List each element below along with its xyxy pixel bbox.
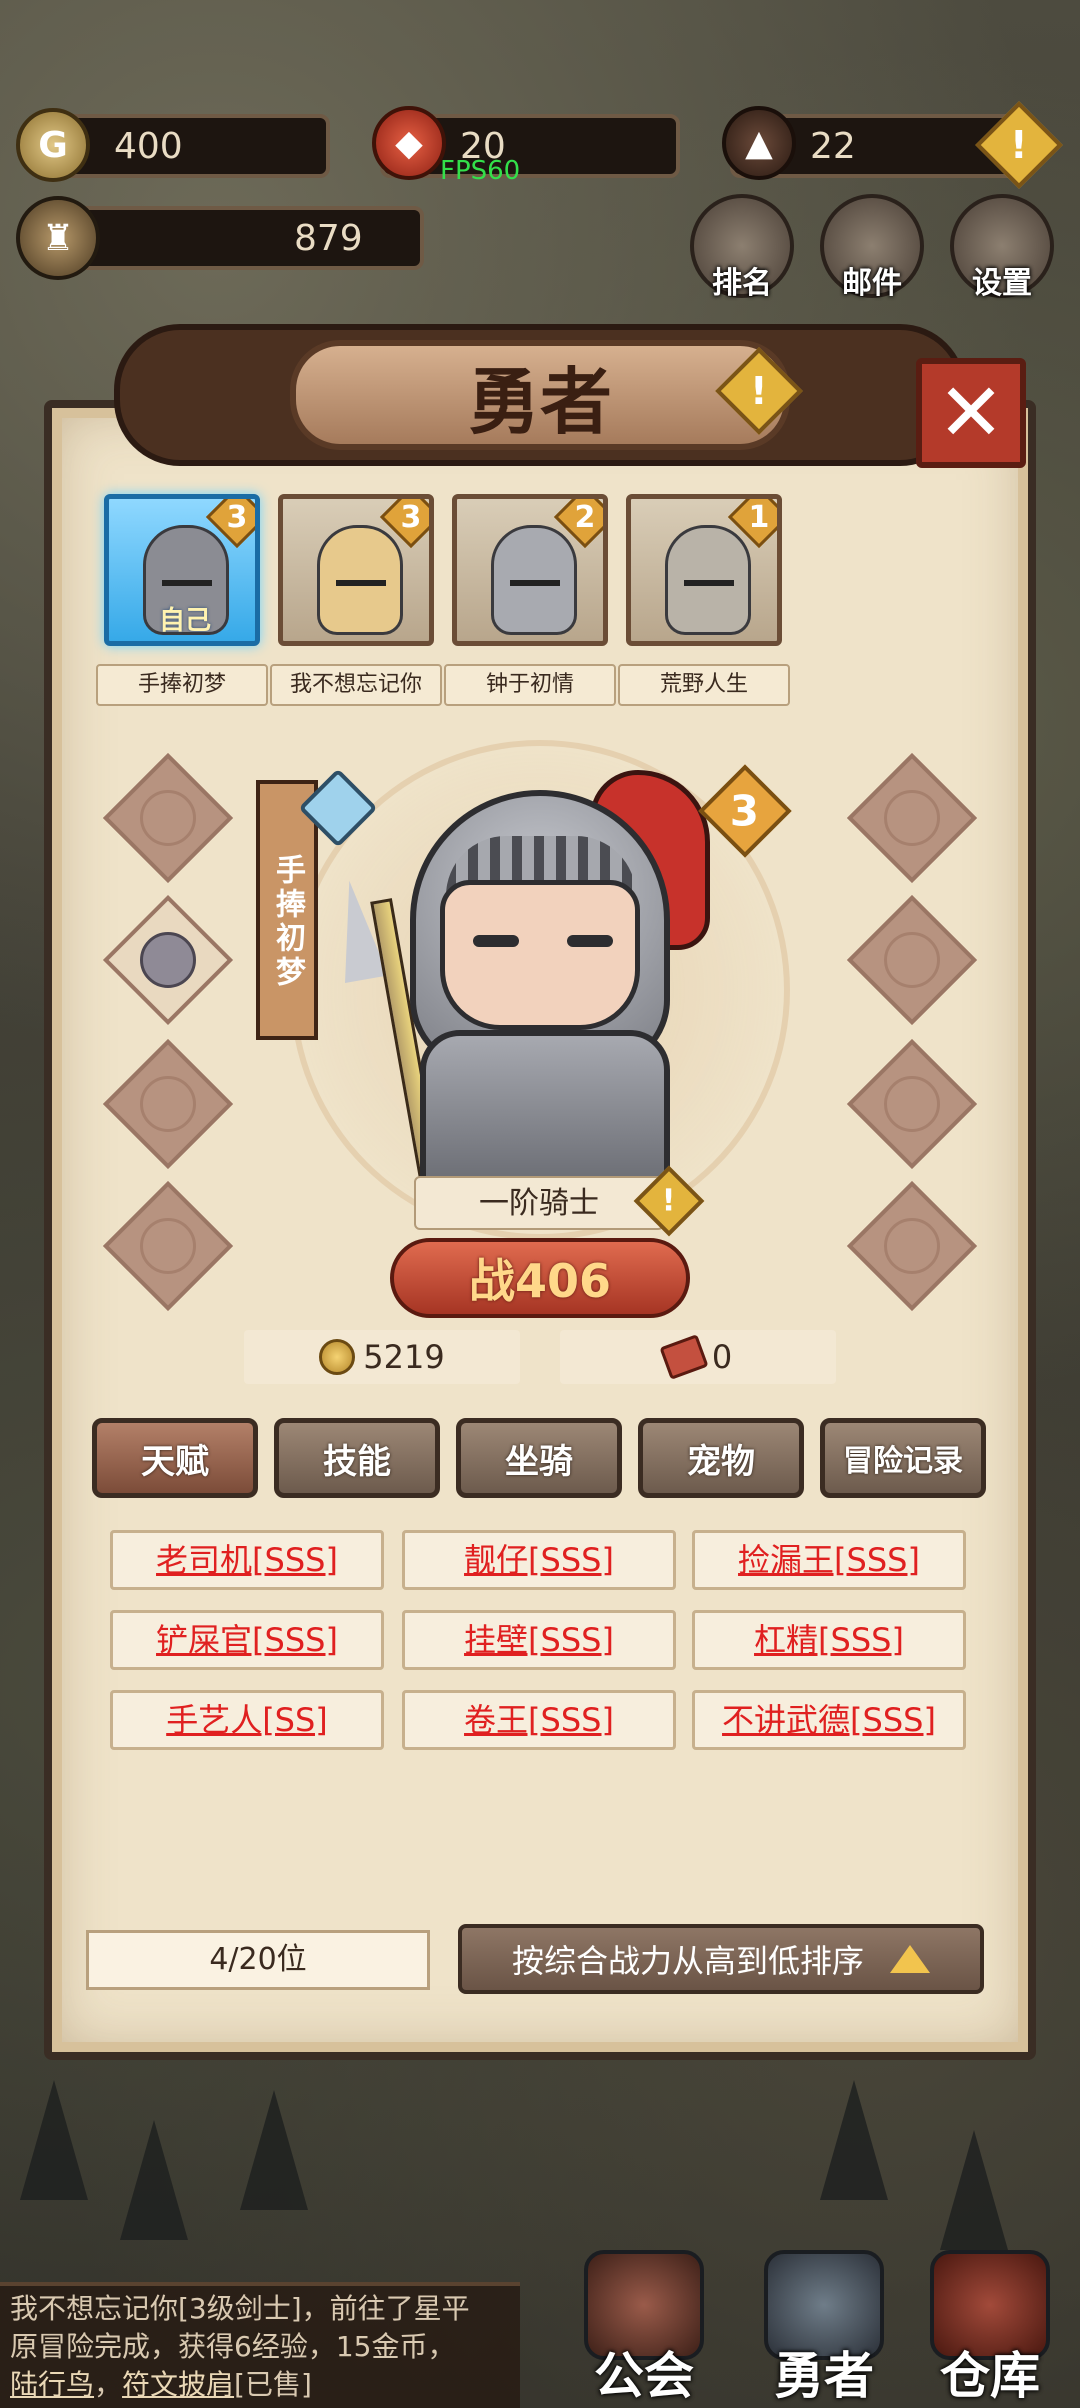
coin-value: 400	[114, 125, 183, 167]
talent-item[interactable]: 铲屎官[SSS]	[110, 1610, 384, 1670]
shield-token-icon: ◆	[372, 106, 446, 180]
talent-item[interactable]: 捡漏王[SSS]	[692, 1530, 966, 1590]
talent-item[interactable]: 靓仔[SSS]	[402, 1530, 676, 1590]
crest-icon: ♜	[16, 196, 100, 280]
knight-armor	[420, 1030, 670, 1190]
talent-item[interactable]: 不讲武德[SSS]	[692, 1690, 966, 1750]
hero-name: 我不想忘记你	[270, 664, 442, 706]
tree-decoration	[820, 2080, 888, 2200]
chat-line: 原冒险完成，获得6经验，15金币，	[10, 2330, 456, 2363]
nav-hero-label: 勇者	[774, 2347, 874, 2405]
tab-skill[interactable]: 技能	[274, 1418, 440, 1498]
ticket-value: 0	[711, 1338, 733, 1376]
hero-name: 手捧初梦	[96, 664, 268, 706]
sort-button-label: 按综合战力从高到低排序	[511, 1942, 864, 1980]
nav-warehouse-label: 仓库	[940, 2347, 1040, 2405]
nav-warehouse[interactable]: 仓库	[900, 2250, 1080, 2408]
talent-item[interactable]: 杠精[SSS]	[692, 1610, 966, 1670]
panel-title-text: 勇者	[467, 358, 612, 444]
rank-button-label: 排名	[712, 266, 772, 301]
mail-button-label: 邮件	[842, 266, 902, 301]
nav-hero[interactable]: 勇者	[734, 2250, 914, 2408]
arrow-up-icon	[890, 1945, 930, 1973]
rank-button[interactable]: 排名	[690, 194, 794, 301]
gem-value: 22	[810, 125, 856, 167]
talent-item[interactable]: 手艺人[SS]	[110, 1690, 384, 1750]
ticket-chip: 0	[560, 1330, 836, 1384]
item-link[interactable]: 陆行鸟	[10, 2368, 94, 2401]
rank-badge-value: 3	[730, 786, 760, 836]
tab-talent[interactable]: 天赋	[92, 1418, 258, 1498]
close-button[interactable]: ✕	[916, 358, 1026, 468]
tab-mount[interactable]: 坐骑	[456, 1418, 622, 1498]
hero-card[interactable]: 1	[626, 494, 782, 646]
hero-banner-text: 手捧初梦	[270, 854, 305, 990]
tree-decoration	[20, 2080, 88, 2200]
tab-pet[interactable]: 宠物	[638, 1418, 804, 1498]
crystal-icon: ▲	[722, 106, 796, 180]
gold-value: 5219	[363, 1338, 445, 1376]
chat-line: 我不想忘记你[3级剑士]，前往了星平	[10, 2292, 470, 2325]
talent-item[interactable]: 挂壁[SSS]	[402, 1610, 676, 1670]
coin-icon: G	[16, 108, 90, 182]
nav-guild-label: 公会	[594, 2347, 694, 2405]
fps-counter: FPS60	[440, 156, 521, 186]
tree-decoration	[120, 2120, 188, 2240]
hero-name: 钟于初情	[444, 664, 616, 706]
hero-card[interactable]: 3	[278, 494, 434, 646]
tree-decoration	[940, 2130, 1008, 2250]
mail-button[interactable]: 邮件	[820, 194, 924, 301]
gold-chip: 5219	[244, 1330, 520, 1384]
hero-portrait	[665, 525, 751, 635]
hero-card[interactable]: 3 自己	[104, 494, 260, 646]
coin-icon	[319, 1339, 356, 1375]
close-icon: ✕	[937, 366, 1005, 459]
hero-card[interactable]: 2	[452, 494, 608, 646]
combat-power: 战406	[390, 1238, 690, 1318]
panel-title: 勇者	[290, 340, 790, 450]
self-tag: 自己	[158, 606, 211, 636]
sort-button[interactable]: 按综合战力从高到低排序	[458, 1924, 984, 1994]
settings-button-label: 设置	[972, 266, 1032, 301]
hero-class: 一阶骑士	[414, 1176, 664, 1230]
chat-log[interactable]: 我不想忘记你[3级剑士]，前往了星平 原冒险完成，获得6经验，15金币， 陆行鸟…	[0, 2282, 520, 2408]
hero-portrait	[317, 525, 403, 635]
nav-guild[interactable]: 公会	[554, 2250, 734, 2408]
settings-button[interactable]: 设置	[950, 194, 1054, 301]
tab-adventure-log[interactable]: 冒险记录	[820, 1418, 986, 1498]
talent-item[interactable]: 老司机[SSS]	[110, 1530, 384, 1590]
tree-decoration	[240, 2090, 308, 2210]
power-total-value: 879	[294, 217, 363, 259]
hero-count: 4/20位	[86, 1930, 430, 1990]
combat-power-value: 战406	[468, 1254, 612, 1308]
chat-line: 陆行鸟，符文披肩[已售]	[10, 2368, 312, 2401]
hero-name: 荒野人生	[618, 664, 790, 706]
item-link[interactable]: 符文披肩	[122, 2368, 234, 2401]
ticket-icon	[659, 1334, 709, 1380]
knight-face	[440, 880, 640, 1030]
talent-item[interactable]: 卷王[SSS]	[402, 1690, 676, 1750]
hero-portrait	[491, 525, 577, 635]
